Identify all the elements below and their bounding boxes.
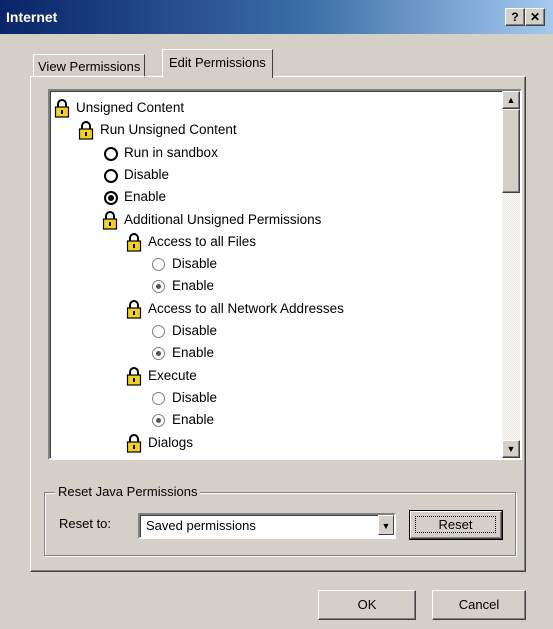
close-button[interactable]: ✕ <box>525 8 545 26</box>
tree-item-label: Enable <box>172 345 215 361</box>
lock-icon <box>126 365 146 387</box>
radio-button-icon[interactable] <box>102 186 122 208</box>
lock-icon <box>78 119 98 141</box>
vertical-scrollbar[interactable]: ▲ ▼ <box>502 91 520 458</box>
tree-item-label: Execute <box>148 367 197 383</box>
tab-edit-permissions[interactable]: Edit Permissions <box>162 49 273 78</box>
tree-item-label: Unsigned Content <box>76 100 185 115</box>
radio-button-icon[interactable] <box>102 164 122 186</box>
tree-item-label: Disable <box>172 389 218 405</box>
tree-item-label: Enable <box>172 412 215 428</box>
radio-button-icon[interactable] <box>150 275 170 297</box>
scrollbar-thumb[interactable] <box>502 109 520 193</box>
ok-button[interactable]: OK <box>318 590 416 620</box>
window-title: Internet <box>6 9 58 25</box>
tree-item-label: Disable <box>172 323 218 338</box>
tree-item-label: Additional Unsigned Permissions <box>124 211 322 227</box>
radio-button-icon[interactable] <box>150 387 170 409</box>
scroll-up-arrow-icon[interactable]: ▲ <box>502 91 520 109</box>
radio-button-icon[interactable] <box>150 342 170 364</box>
reset-to-label: Reset to: <box>59 516 112 531</box>
tree-item-label: Enable <box>124 189 167 205</box>
reset-to-value: Saved permissions <box>146 518 256 533</box>
title-bar: Internet ? ✕ <box>0 0 553 34</box>
tree-item-label: Access to all Network Addresses <box>148 300 344 316</box>
tree-item-label: Run Unsigned Content <box>100 122 237 138</box>
group-legend: Reset Java Permissions <box>55 484 201 499</box>
tree-item-label: Disable <box>124 166 170 182</box>
reset-java-permissions-group: Reset Java Permissions Reset to: Saved p… <box>44 484 516 556</box>
tree-item-label: Run in sandbox <box>124 144 218 160</box>
lock-icon <box>54 97 74 119</box>
radio-button-icon[interactable] <box>150 253 170 275</box>
help-button[interactable]: ? <box>505 8 525 26</box>
radio-button-icon[interactable] <box>102 142 122 164</box>
reset-button[interactable]: Reset <box>409 510 503 540</box>
lock-icon <box>126 298 146 320</box>
reset-button-label: Reset <box>415 516 496 533</box>
tree-item-label: Disable <box>172 256 218 272</box>
lock-icon <box>126 432 146 454</box>
tab-view-permissions[interactable]: View Permissions <box>33 54 146 78</box>
tree-item-label: Access to all Files <box>148 233 257 249</box>
lock-icon <box>102 209 122 231</box>
tree-item-label: Dialogs <box>148 434 194 450</box>
scroll-down-arrow-icon[interactable]: ▼ <box>502 440 520 458</box>
radio-button-icon[interactable] <box>150 320 170 342</box>
cancel-button[interactable]: Cancel <box>432 590 526 620</box>
permissions-tree[interactable]: Unsigned Content Run Unsigned Content Run … <box>48 89 522 460</box>
lock-icon <box>126 231 146 253</box>
tree-item-label: Enable <box>172 278 215 294</box>
radio-button-icon[interactable] <box>150 409 170 431</box>
reset-to-dropdown[interactable]: Saved permissions ▼ <box>138 513 396 539</box>
dropdown-arrow-icon[interactable]: ▼ <box>378 515 394 535</box>
